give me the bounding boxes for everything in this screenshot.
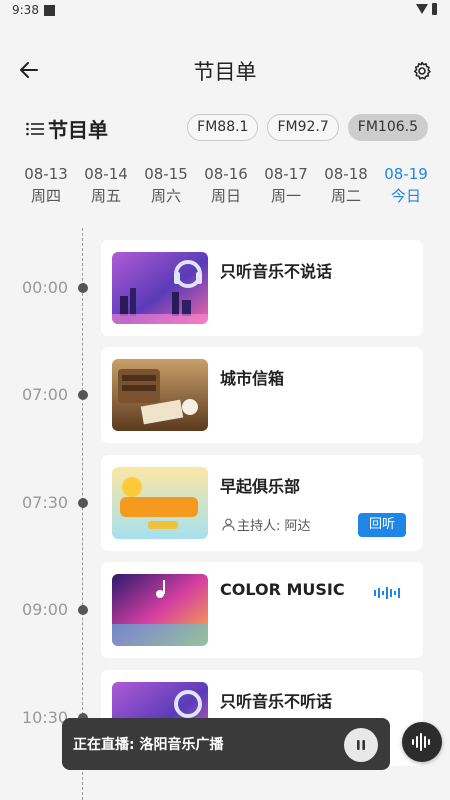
date-label: 08-17 xyxy=(264,165,308,183)
notification-icon xyxy=(44,5,55,16)
weekday-label: 周二 xyxy=(330,187,361,205)
now-playing-text: 正在直播: 洛阳音乐广播 xyxy=(73,737,224,753)
weekday-label: 周日 xyxy=(210,187,241,205)
date-label: 08-14 xyxy=(84,165,128,183)
date-tab[interactable]: 08-18 周二 xyxy=(316,164,376,214)
station-chip-fm92-7[interactable]: FM92.7 xyxy=(267,114,339,141)
battery-icon xyxy=(432,3,437,15)
audio-visualizer-button[interactable] xyxy=(402,722,442,762)
program-name: 只听音乐不听话 xyxy=(220,692,333,711)
section-title-group: 节目单 xyxy=(26,114,108,143)
date-tab[interactable]: 08-17 周一 xyxy=(256,164,316,214)
live-audio-wave-icon xyxy=(374,587,400,599)
date-label: 08-15 xyxy=(144,165,188,183)
sound-wave-icon xyxy=(412,733,430,751)
station-selector: FM88.1 FM92.7 FM106.5 xyxy=(178,114,428,141)
date-tab[interactable]: 08-16 周日 xyxy=(196,164,256,214)
replay-button[interactable]: 回听 xyxy=(358,513,406,537)
date-label: 08-18 xyxy=(324,165,368,183)
date-tab[interactable]: 08-13 周四 xyxy=(16,164,76,214)
timeline-dot xyxy=(78,498,88,508)
now-playing-bar[interactable]: 正在直播: 洛阳音乐广播 xyxy=(62,718,390,770)
person-icon xyxy=(222,518,235,531)
time-label: 09:00 xyxy=(22,600,69,619)
list-icon xyxy=(26,122,44,135)
program-card[interactable]: 只听音乐不说话 xyxy=(101,240,423,336)
section-header: 节目单 FM88.1 FM92.7 FM106.5 xyxy=(0,110,450,146)
program-card[interactable]: 城市信箱 xyxy=(101,347,423,443)
schedule-row: 07:30 早起俱乐部 主持人: 阿达 回听 xyxy=(0,455,450,551)
program-name: COLOR MUSIC xyxy=(220,580,345,599)
pause-button[interactable] xyxy=(344,728,378,762)
schedule-row: 09:00 COLOR MUSIC xyxy=(0,562,450,658)
program-thumbnail xyxy=(112,574,208,646)
program-card[interactable]: 早起俱乐部 主持人: 阿达 回听 xyxy=(101,455,423,551)
settings-button[interactable] xyxy=(408,57,436,85)
time-label: 00:00 xyxy=(22,278,69,297)
date-tab-today[interactable]: 08-19 今日 xyxy=(376,164,436,214)
host-label: 主持人: 阿达 xyxy=(237,519,311,534)
host-info: 主持人: 阿达 xyxy=(222,515,311,534)
program-thumbnail xyxy=(112,252,208,324)
weekday-label: 今日 xyxy=(390,187,421,205)
status-time: 9:38 xyxy=(12,3,39,17)
weekday-label: 周四 xyxy=(30,187,61,205)
program-name: 城市信箱 xyxy=(220,369,285,388)
page-title: 节目单 xyxy=(193,60,257,84)
app-bar: 节目单 xyxy=(0,46,450,94)
timeline-dot xyxy=(78,283,88,293)
timeline-dot xyxy=(78,390,88,400)
station-chip-fm88-1[interactable]: FM88.1 xyxy=(187,114,259,141)
weekday-label: 周一 xyxy=(270,187,301,205)
date-selector: 08-13 周四 08-14 周五 08-15 周六 08-16 周日 08-17 周一 … xyxy=(16,164,436,214)
program-thumbnail xyxy=(112,467,208,539)
weekday-label: 周六 xyxy=(150,187,181,205)
date-tab[interactable]: 08-15 周六 xyxy=(136,164,196,214)
program-name: 早起俱乐部 xyxy=(220,477,301,496)
station-chip-fm106-5[interactable]: FM106.5 xyxy=(347,114,428,141)
program-thumbnail xyxy=(112,359,208,431)
program-name: 只听音乐不说话 xyxy=(220,262,333,281)
schedule-row: 07:00 城市信箱 xyxy=(0,347,450,443)
time-label: 07:00 xyxy=(22,385,69,404)
wifi-icon xyxy=(416,4,428,14)
date-tab[interactable]: 08-14 周五 xyxy=(76,164,136,214)
status-bar: 9:38 xyxy=(0,0,450,22)
pause-icon xyxy=(357,740,365,750)
time-label: 07:30 xyxy=(22,493,69,512)
weekday-label: 周五 xyxy=(90,187,121,205)
program-card[interactable]: COLOR MUSIC xyxy=(101,562,423,658)
timeline-dot xyxy=(78,605,88,615)
date-label: 08-19 xyxy=(384,165,428,183)
gear-icon xyxy=(413,61,431,80)
date-label: 08-13 xyxy=(24,165,68,183)
section-title: 节目单 xyxy=(48,118,108,142)
date-label: 08-16 xyxy=(204,165,248,183)
schedule-row: 00:00 只听音乐不说话 xyxy=(0,240,450,336)
